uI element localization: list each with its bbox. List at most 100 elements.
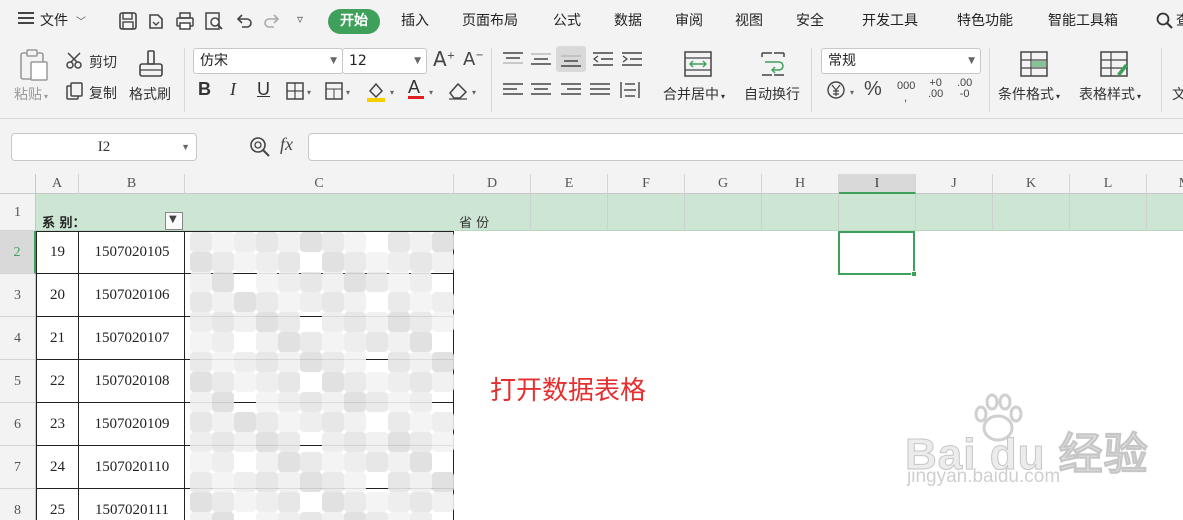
decrease-indent-icon[interactable] bbox=[593, 51, 613, 67]
filter-dropdown-button[interactable]: ▼ bbox=[165, 212, 183, 230]
customize-toolbar-icon[interactable]: ▿ bbox=[297, 12, 303, 26]
cut-button[interactable]: 剪切 bbox=[89, 52, 117, 72]
chevron-down-icon[interactable]: ▾ bbox=[850, 88, 854, 97]
tab-insert[interactable]: 插入 bbox=[401, 0, 429, 42]
row-header-3[interactable]: 3 bbox=[0, 274, 36, 317]
currency-icon[interactable] bbox=[826, 80, 848, 100]
increase-decimal-button[interactable]: +0.00 bbox=[928, 78, 943, 100]
tab-data[interactable]: 数据 bbox=[614, 0, 642, 42]
font-name-select[interactable]: 仿宋 ▼ bbox=[193, 48, 343, 74]
text-button-partial[interactable]: 文 bbox=[1172, 84, 1183, 104]
export-icon[interactable] bbox=[146, 11, 166, 31]
underline-button[interactable]: U bbox=[257, 79, 270, 100]
align-middle-icon[interactable] bbox=[531, 51, 551, 67]
row-header-1[interactable]: 1 bbox=[0, 194, 36, 231]
row-header-8[interactable]: 8 bbox=[0, 489, 36, 520]
undo-icon[interactable] bbox=[234, 11, 254, 31]
align-left-icon[interactable] bbox=[503, 82, 523, 98]
file-menu-button[interactable]: 文件 ﹀ bbox=[18, 0, 86, 42]
tab-developer[interactable]: 开发工具 bbox=[862, 0, 918, 42]
table-cell-seq[interactable]: 23 bbox=[36, 403, 79, 446]
table-cell-seq[interactable]: 19 bbox=[36, 231, 79, 274]
chevron-down-icon[interactable]: ▾ bbox=[472, 88, 476, 97]
tab-home[interactable]: 开始 bbox=[328, 9, 380, 34]
print-preview-icon[interactable] bbox=[204, 11, 224, 31]
table-cell-seq[interactable]: 21 bbox=[36, 317, 79, 360]
table-cell-seq[interactable]: 20 bbox=[36, 274, 79, 317]
column-header-f[interactable]: F bbox=[608, 174, 685, 194]
table-cell-seq[interactable]: 22 bbox=[36, 360, 79, 403]
column-header-b[interactable]: B bbox=[79, 174, 185, 194]
column-header-i[interactable]: I bbox=[839, 174, 916, 194]
fill-color-icon[interactable] bbox=[365, 80, 387, 102]
format-painter-icon[interactable] bbox=[136, 48, 166, 80]
column-header-l[interactable]: L bbox=[1070, 174, 1147, 194]
distribute-icon[interactable] bbox=[619, 80, 641, 100]
thousands-separator-button[interactable]: 000, bbox=[897, 80, 915, 104]
copy-button[interactable]: 复制 bbox=[89, 83, 117, 103]
tab-search[interactable]: 查 bbox=[1156, 0, 1183, 42]
column-header-j[interactable]: J bbox=[916, 174, 993, 194]
table-cell-seq[interactable]: 25 bbox=[36, 489, 79, 520]
table-cell-student-id[interactable]: 1507020106 bbox=[79, 274, 185, 317]
fill-pattern-icon[interactable] bbox=[325, 82, 343, 100]
table-style-button[interactable]: 表格样式 ▾ bbox=[1079, 84, 1141, 104]
table-style-icon[interactable] bbox=[1099, 50, 1129, 78]
column-header-h[interactable]: H bbox=[762, 174, 839, 194]
row-header-4[interactable]: 4 bbox=[0, 317, 36, 360]
align-top-icon[interactable] bbox=[503, 51, 523, 67]
wrap-text-icon[interactable] bbox=[758, 49, 788, 79]
tab-special-features[interactable]: 特色功能 bbox=[957, 0, 1013, 42]
column-header-g[interactable]: G bbox=[685, 174, 762, 194]
formula-input[interactable] bbox=[308, 133, 1183, 161]
format-painter-button[interactable]: 格式刷 bbox=[129, 84, 171, 104]
print-icon[interactable] bbox=[175, 11, 195, 31]
tab-security[interactable]: 安全 bbox=[796, 0, 824, 42]
row-header-7[interactable]: 7 bbox=[0, 446, 36, 489]
table-cell-student-id[interactable]: 1507020109 bbox=[79, 403, 185, 446]
table-cell-student-id[interactable]: 1507020108 bbox=[79, 360, 185, 403]
save-icon[interactable] bbox=[118, 11, 138, 31]
justify-icon[interactable] bbox=[590, 82, 610, 98]
conditional-format-icon[interactable] bbox=[1019, 50, 1049, 78]
borders-icon[interactable] bbox=[286, 82, 304, 100]
align-right-icon[interactable] bbox=[561, 82, 581, 98]
copy-icon[interactable] bbox=[66, 82, 84, 100]
percent-button[interactable]: % bbox=[864, 78, 882, 101]
paste-label[interactable]: 粘贴 ▾ bbox=[14, 84, 48, 104]
row-header-5[interactable]: 5 bbox=[0, 360, 36, 403]
select-all-corner[interactable] bbox=[0, 174, 36, 194]
align-bottom-button[interactable] bbox=[556, 46, 586, 72]
tab-smart-toolbox[interactable]: 智能工具箱 bbox=[1048, 0, 1118, 42]
chevron-down-icon[interactable]: ▾ bbox=[307, 88, 311, 97]
paste-icon[interactable] bbox=[18, 48, 50, 82]
table-cell-student-id[interactable]: 1507020110 bbox=[79, 446, 185, 489]
font-size-select[interactable]: 12 ▼ bbox=[342, 48, 427, 74]
tab-review[interactable]: 审阅 bbox=[675, 0, 703, 42]
italic-button[interactable]: I bbox=[230, 79, 236, 100]
column-header-e[interactable]: E bbox=[531, 174, 608, 194]
zoom-formula-icon[interactable] bbox=[249, 136, 271, 158]
active-cell-i2[interactable] bbox=[838, 231, 917, 277]
table-cell-student-id[interactable]: 1507020105 bbox=[79, 231, 185, 274]
tab-page-layout[interactable]: 页面布局 bbox=[462, 0, 518, 42]
align-center-icon[interactable] bbox=[531, 82, 551, 98]
row-header-6[interactable]: 6 bbox=[0, 403, 36, 446]
chevron-down-icon[interactable]: ▾ bbox=[346, 88, 350, 97]
table-cell-student-id[interactable]: 1507020107 bbox=[79, 317, 185, 360]
increase-indent-icon[interactable] bbox=[622, 51, 642, 67]
merge-center-icon[interactable] bbox=[683, 49, 713, 79]
column-header-d[interactable]: D bbox=[454, 174, 531, 194]
column-header-a[interactable]: A bbox=[36, 174, 79, 194]
font-grow-icon[interactable]: A+ bbox=[433, 47, 455, 71]
column-header-k[interactable]: K bbox=[993, 174, 1070, 194]
insert-function-icon[interactable]: fx bbox=[280, 134, 293, 155]
chevron-down-icon[interactable]: ▾ bbox=[390, 88, 394, 97]
fill-handle[interactable] bbox=[911, 271, 917, 277]
tab-formulas[interactable]: 公式 bbox=[553, 0, 581, 42]
bold-button[interactable]: B bbox=[198, 79, 211, 100]
table-cell-seq[interactable]: 24 bbox=[36, 446, 79, 489]
font-color-icon[interactable]: A bbox=[408, 77, 424, 99]
name-box[interactable]: I2 ▼ bbox=[11, 133, 197, 161]
column-header-c[interactable]: C bbox=[185, 174, 454, 194]
